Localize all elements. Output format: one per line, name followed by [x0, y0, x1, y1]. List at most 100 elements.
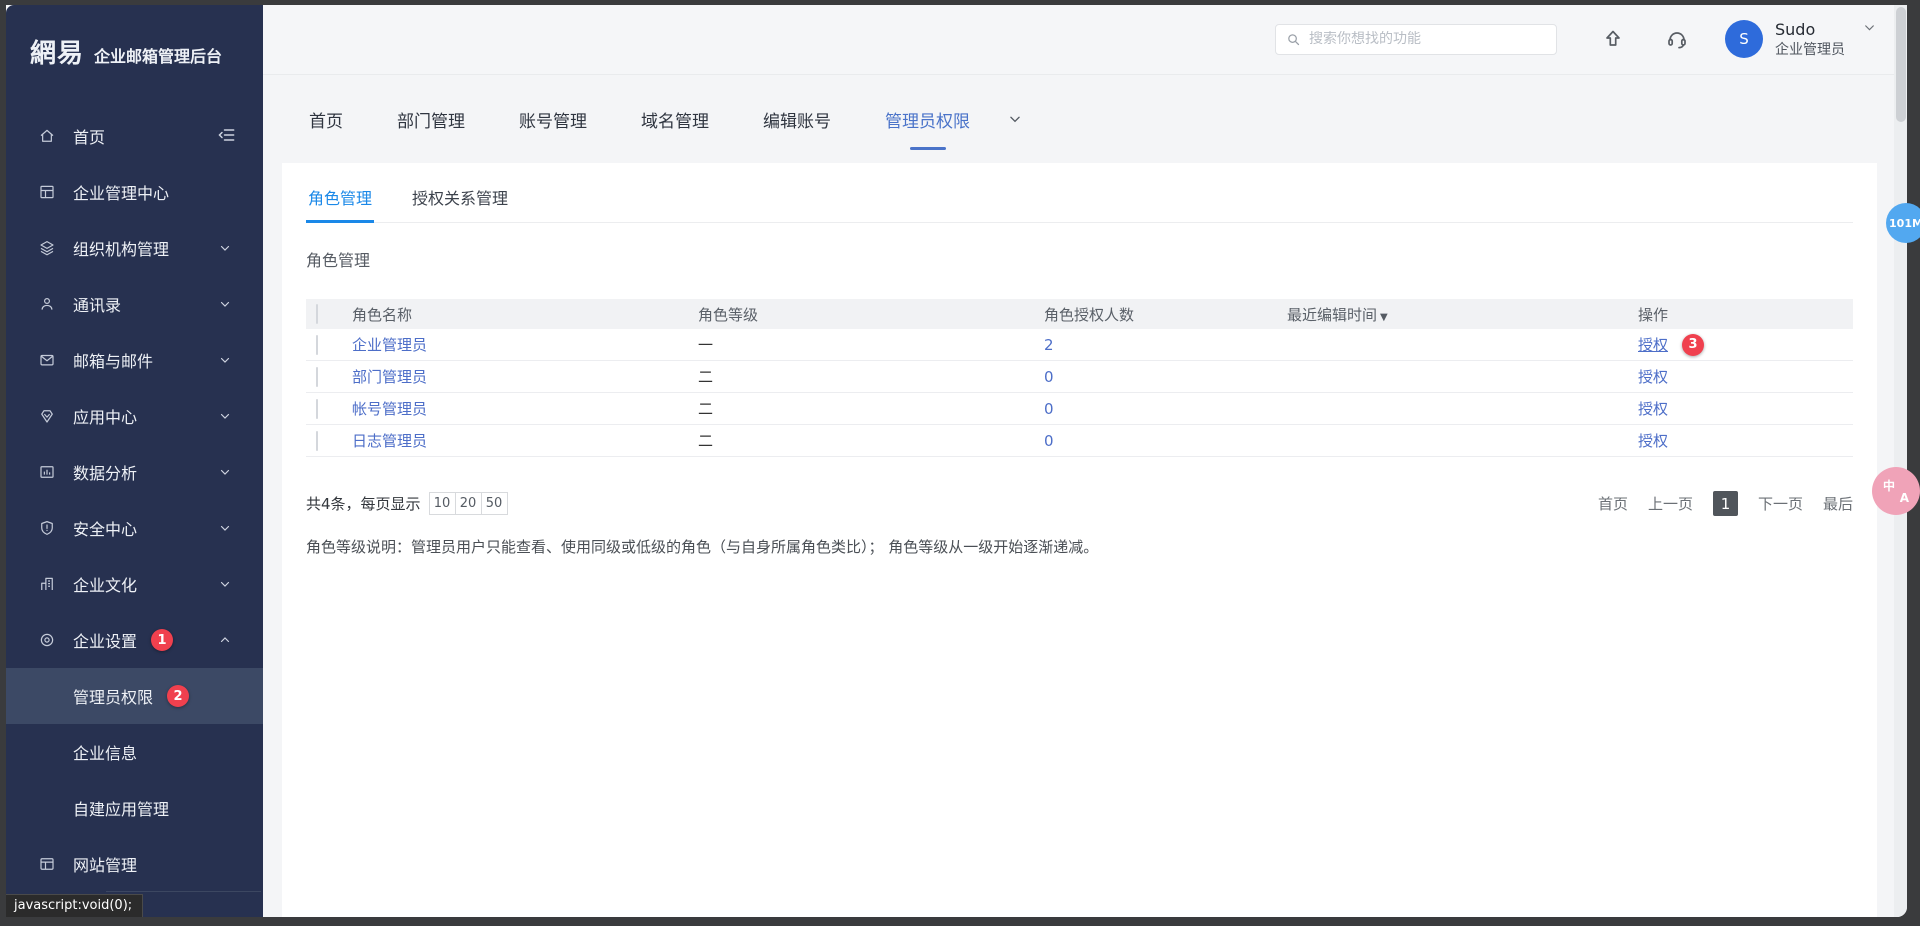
analytics-icon	[38, 463, 56, 481]
sidebar-item-culture[interactable]: 企业文化	[6, 556, 263, 612]
chevron-down-icon	[219, 242, 231, 254]
user-menu[interactable]: Sudo 企业管理员	[1775, 19, 1845, 59]
row-checkbox[interactable]	[316, 335, 318, 355]
role-name-link[interactable]: 企业管理员	[352, 336, 427, 354]
tab-role-management[interactable]: 角色管理	[306, 175, 374, 222]
sidebar-item-analytics[interactable]: 数据分析	[6, 444, 263, 500]
user-role: 企业管理员	[1775, 41, 1845, 60]
translate-button[interactable]: 中 A	[1872, 467, 1920, 515]
step-badge-1: 1	[151, 629, 173, 651]
nav-tab-departments[interactable]: 部门管理	[395, 97, 467, 142]
sort-desc-icon[interactable]: ▼	[1380, 312, 1388, 323]
sidebar-item-label: 企业设置	[73, 628, 137, 652]
sidebar-subitem-admin-permissions[interactable]: 管理员权限 2	[6, 668, 263, 724]
content-card: 角色管理 授权关系管理 角色管理 角色名称 角色等级 角色授权人数 最近编辑时间…	[282, 163, 1877, 917]
pagination-next-button[interactable]: 下一页	[1758, 493, 1803, 514]
sidebar-item-company-center[interactable]: 企业管理中心	[6, 164, 263, 220]
scrollbar-track[interactable]	[1894, 5, 1907, 917]
authorized-count-link[interactable]: 0	[1044, 400, 1054, 418]
website-icon	[38, 855, 56, 873]
page-size-10-button[interactable]: 10	[429, 492, 456, 515]
nav-tab-edit-account[interactable]: 编辑账号	[761, 97, 833, 142]
table-row: 部门管理员 二 0 授权	[306, 361, 1853, 393]
sidebar-item-label: 数据分析	[73, 460, 137, 484]
col-header-role-level: 角色等级	[698, 304, 1044, 325]
translate-zh-glyph: 中	[1883, 477, 1895, 494]
sidebar-subitem-custom-apps[interactable]: 自建应用管理	[6, 780, 263, 836]
sidebar-item-home[interactable]: 首页	[6, 108, 263, 164]
support-headset-icon[interactable]	[1665, 27, 1689, 51]
search-input[interactable]	[1309, 31, 1546, 47]
sidebar-item-mailbox[interactable]: 邮箱与邮件	[6, 332, 263, 388]
page-size-20-button[interactable]: 20	[455, 492, 482, 515]
sidebar-item-label: 安全中心	[73, 516, 137, 540]
role-level: 二	[698, 366, 1044, 387]
role-name-link[interactable]: 部门管理员	[352, 368, 427, 386]
nav-tab-home[interactable]: 首页	[307, 97, 345, 142]
col-header-actions: 操作	[1638, 304, 1853, 325]
authorized-count-link[interactable]: 0	[1044, 368, 1054, 386]
tab-authorization-relations[interactable]: 授权关系管理	[410, 175, 510, 222]
role-level: 二	[698, 398, 1044, 419]
page-size-50-button[interactable]: 50	[481, 492, 508, 515]
avatar[interactable]: S	[1725, 20, 1763, 58]
sidebar-menu: 首页 企业管理中心 组织机构管理 通讯录	[6, 108, 263, 892]
select-all-checkbox[interactable]	[316, 304, 318, 324]
settings-icon	[38, 631, 56, 649]
app-window: 網易 企业邮箱管理后台 首页 企业管理中心	[6, 5, 1907, 917]
pagination: 首页 上一页 1 下一页 最后	[1578, 491, 1853, 516]
contacts-icon	[38, 295, 56, 313]
pagination-first-button[interactable]: 首页	[1598, 493, 1628, 514]
main-area: S Sudo 企业管理员 首页 部门管理 账号管理 域名管理 编辑账号 管理员权…	[263, 5, 1894, 917]
avatar-letter: S	[1739, 30, 1749, 48]
top-nav-tabs: 首页 部门管理 账号管理 域名管理 编辑账号 管理员权限	[263, 75, 1894, 163]
sidebar-item-website[interactable]: 网站管理	[6, 836, 263, 892]
sidebar-item-label: 网站管理	[73, 852, 137, 876]
authorize-link[interactable]: 授权	[1638, 430, 1668, 451]
table-header-row: 角色名称 角色等级 角色授权人数 最近编辑时间▼ 操作	[306, 299, 1853, 329]
nav-tab-accounts[interactable]: 账号管理	[517, 97, 589, 142]
user-chevron-down-icon[interactable]	[1863, 21, 1876, 34]
scrollbar-thumb[interactable]	[1896, 7, 1906, 122]
sidebar-item-org-management[interactable]: 组织机构管理	[6, 220, 263, 276]
authorize-link[interactable]: 授权	[1638, 334, 1668, 355]
table-row: 日志管理员 二 0 授权	[306, 425, 1853, 457]
role-level: 一	[698, 334, 1044, 355]
sidebar-item-security[interactable]: 安全中心	[6, 500, 263, 556]
nav-tab-domains[interactable]: 域名管理	[639, 97, 711, 142]
authorize-link[interactable]: 授权	[1638, 398, 1668, 419]
sidebar-subitem-company-info[interactable]: 企业信息	[6, 724, 263, 780]
authorized-count-link[interactable]: 0	[1044, 432, 1054, 450]
authorized-count-link[interactable]: 2	[1044, 336, 1054, 354]
nav-more-chevron-down-icon[interactable]	[1008, 112, 1022, 126]
total-count-text: 共4条，每页显示	[306, 493, 421, 514]
pagination-prev-button[interactable]: 上一页	[1648, 493, 1693, 514]
sidebar-subitem-label: 自建应用管理	[73, 796, 169, 820]
culture-icon	[38, 575, 56, 593]
pagination-last-button[interactable]: 最后	[1823, 493, 1853, 514]
sidebar-item-contacts[interactable]: 通讯录	[6, 276, 263, 332]
pagination-current-page[interactable]: 1	[1713, 491, 1738, 516]
sidebar-item-app-center[interactable]: 应用中心	[6, 388, 263, 444]
authorize-link[interactable]: 授权	[1638, 366, 1668, 387]
security-icon	[38, 519, 56, 537]
sidebar-item-label: 邮箱与邮件	[73, 348, 153, 372]
sidebar-item-label: 企业管理中心	[73, 180, 169, 204]
storage-quota-badge[interactable]: 101M	[1886, 203, 1920, 243]
page-title: 角色管理	[306, 247, 1853, 271]
role-level: 二	[698, 430, 1044, 451]
role-name-link[interactable]: 帐号管理员	[352, 400, 427, 418]
row-checkbox[interactable]	[316, 367, 318, 387]
nav-tab-admin-permissions[interactable]: 管理员权限	[883, 97, 972, 142]
upgrade-icon[interactable]	[1601, 27, 1625, 51]
layers-icon	[38, 239, 56, 257]
translate-icon: 中 A	[1883, 479, 1909, 503]
sidebar: 網易 企业邮箱管理后台 首页 企业管理中心	[6, 5, 263, 917]
sidebar-divider	[106, 891, 261, 892]
role-name-link[interactable]: 日志管理员	[352, 432, 427, 450]
search-box	[1275, 24, 1557, 55]
chevron-down-icon	[219, 522, 231, 534]
row-checkbox[interactable]	[316, 399, 318, 419]
sidebar-item-settings[interactable]: 企业设置 1	[6, 612, 263, 668]
row-checkbox[interactable]	[316, 431, 318, 451]
